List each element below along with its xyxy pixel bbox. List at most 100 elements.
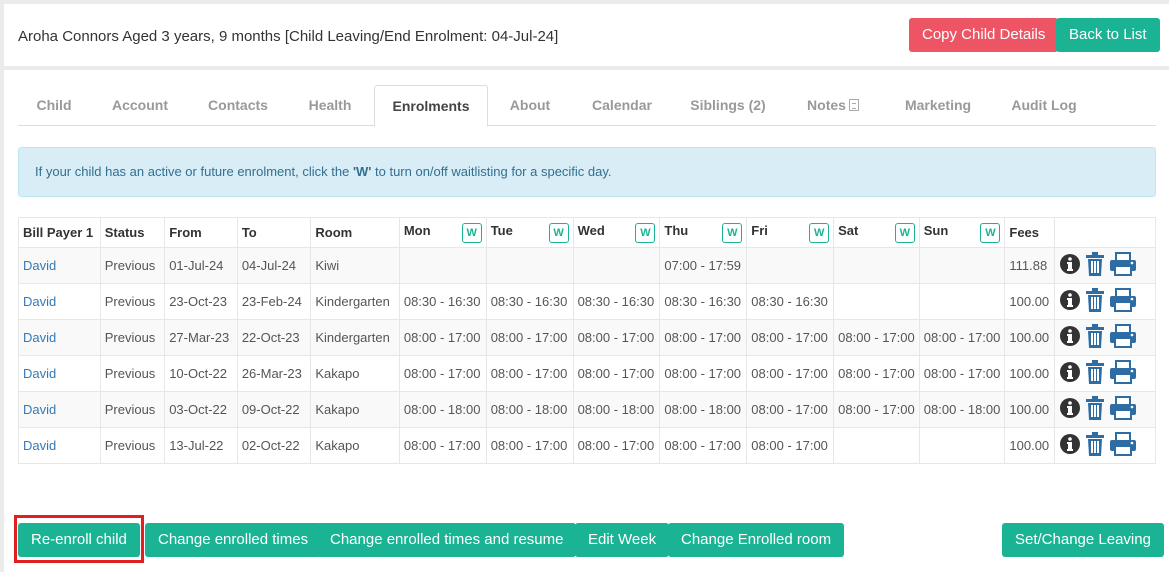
bill-payer-link[interactable]: David [23, 258, 56, 273]
table-cell: 100.00 [1004, 283, 1056, 320]
trash-icon[interactable] [1084, 323, 1106, 352]
table-cell: 23-Feb-24 [236, 283, 312, 320]
set-change-leaving-button[interactable]: Set/Change Leaving [1002, 523, 1164, 557]
bill-payer-link[interactable]: David [23, 330, 56, 345]
print-icon[interactable] [1109, 252, 1137, 279]
print-icon[interactable] [1109, 396, 1137, 423]
table-cell: 27-Mar-23 [164, 319, 238, 356]
trash-icon[interactable] [1084, 359, 1106, 388]
change-enrolled-times-button[interactable]: Change enrolled times [145, 523, 322, 557]
row-actions [1054, 427, 1156, 464]
tab-account[interactable]: Account [98, 85, 182, 126]
print-icon[interactable] [1109, 360, 1137, 387]
col-to: To [236, 217, 312, 248]
info-icon[interactable] [1059, 253, 1081, 278]
trash-icon[interactable] [1084, 287, 1106, 316]
copy-child-details-button[interactable]: Copy Child Details [909, 18, 1059, 52]
info-icon[interactable] [1059, 433, 1081, 458]
table-cell: 08:00 - 17:00 [746, 319, 835, 356]
table-cell: 08:00 - 17:00 [746, 355, 835, 392]
trash-icon[interactable] [1084, 431, 1106, 460]
table-cell: Kindergarten [310, 283, 400, 320]
bill-payer-link[interactable]: David [23, 438, 56, 453]
col-actions [1054, 217, 1156, 248]
table-cell: 22-Oct-23 [236, 319, 312, 356]
tab-enrolments[interactable]: Enrolments [374, 85, 488, 127]
table-cell [918, 283, 1006, 320]
info-icon[interactable] [1059, 397, 1081, 422]
cell-bill-payer: David [18, 319, 101, 356]
waitlist-toggle-thu[interactable]: W [722, 222, 743, 243]
col-thu: Thu W [659, 217, 748, 248]
table-cell: 08:00 - 18:00 [659, 391, 748, 428]
waitlist-toggle-fri[interactable]: W [809, 222, 830, 243]
print-icon[interactable] [1109, 324, 1137, 351]
cell-bill-payer: David [18, 391, 101, 428]
tab-child[interactable]: Child [18, 85, 90, 126]
table-cell [398, 247, 487, 284]
table-cell: Kakapo [310, 355, 400, 392]
table-cell [918, 427, 1006, 464]
waitlist-toggle-wed[interactable]: W [635, 222, 656, 243]
table-cell: 07:00 - 17:59 [659, 247, 748, 284]
table-cell: 09-Oct-22 [236, 391, 312, 428]
cell-bill-payer: David [18, 247, 101, 284]
change-enrolled-room-button[interactable]: Change Enrolled room [668, 523, 845, 557]
waitlist-toggle-mon[interactable]: W [461, 222, 482, 243]
table-cell: 08:00 - 17:00 [659, 319, 748, 356]
print-icon[interactable] [1109, 288, 1137, 315]
trash-icon[interactable] [1084, 251, 1106, 280]
table-cell: Kakapo [310, 427, 400, 464]
table-cell: 13-Jul-22 [164, 427, 238, 464]
info-icon[interactable] [1059, 325, 1081, 350]
print-icon[interactable] [1109, 432, 1137, 459]
col-bill-payer: Bill Payer 1 [18, 217, 101, 248]
table-cell: 100.00 [1004, 355, 1056, 392]
waitlist-toggle-tue[interactable]: W [548, 222, 569, 243]
table-cell: 08:00 - 17:00 [572, 319, 661, 356]
table-cell: 08:00 - 17:00 [918, 319, 1006, 356]
edit-week-button[interactable]: Edit Week [575, 523, 670, 557]
table-cell: 08:00 - 17:00 [918, 355, 1006, 392]
table-cell: 08:30 - 16:30 [746, 283, 835, 320]
table-cell [746, 247, 835, 284]
tab-calendar[interactable]: Calendar [578, 85, 666, 126]
tab-about[interactable]: About [496, 85, 564, 126]
tab-siblings[interactable]: Siblings (2) [680, 85, 776, 126]
waitlist-toggle-sat[interactable]: W [894, 222, 915, 243]
table-cell: 08:30 - 16:30 [398, 283, 487, 320]
table-cell: Kiwi [310, 247, 400, 284]
bill-payer-link[interactable]: David [23, 294, 56, 309]
info-icon[interactable] [1059, 361, 1081, 386]
bill-payer-link[interactable]: David [23, 366, 56, 381]
table-cell: 08:00 - 18:00 [398, 391, 487, 428]
back-to-list-button[interactable]: Back to List [1056, 18, 1160, 52]
tab-contacts[interactable]: Contacts [194, 85, 282, 126]
table-cell: Kindergarten [310, 319, 400, 356]
info-icon[interactable] [1059, 289, 1081, 314]
waitlist-toggle-sun[interactable]: W [980, 222, 1001, 243]
tab-marketing[interactable]: Marketing [894, 85, 982, 126]
tab-notes[interactable]: Notes [794, 85, 872, 126]
col-sun: Sun W [918, 217, 1006, 248]
child-title: Aroha Connors Aged 3 years, 9 months [Ch… [18, 28, 559, 45]
table-row: David Previous 10-Oct-22 26-Mar-23 Kakapo 08:… [18, 355, 1156, 392]
change-enrolled-times-resume-button[interactable]: Change enrolled times and resume [317, 523, 577, 557]
tab-health[interactable]: Health [294, 85, 366, 126]
table-cell [833, 283, 920, 320]
row-actions [1054, 355, 1156, 392]
table-cell: Previous [99, 427, 166, 464]
table-row: David Previous 27-Mar-23 22-Oct-23 Kindergar… [18, 319, 1156, 356]
table-cell: 08:00 - 17:00 [485, 427, 574, 464]
tab-audit-log[interactable]: Audit Log [1002, 85, 1086, 126]
table-cell [833, 427, 920, 464]
table-cell: 08:00 - 17:00 [659, 427, 748, 464]
tab-bar: Child Account Contacts Health Enrolments… [18, 85, 1156, 127]
row-actions [1054, 391, 1156, 428]
table-cell: Previous [99, 391, 166, 428]
main-panel: Child Account Contacts Health Enrolments… [4, 70, 1169, 572]
trash-icon[interactable] [1084, 395, 1106, 424]
row-actions [1054, 247, 1156, 284]
bill-payer-link[interactable]: David [23, 402, 56, 417]
reenroll-child-button[interactable]: Re-enroll child [18, 523, 140, 557]
